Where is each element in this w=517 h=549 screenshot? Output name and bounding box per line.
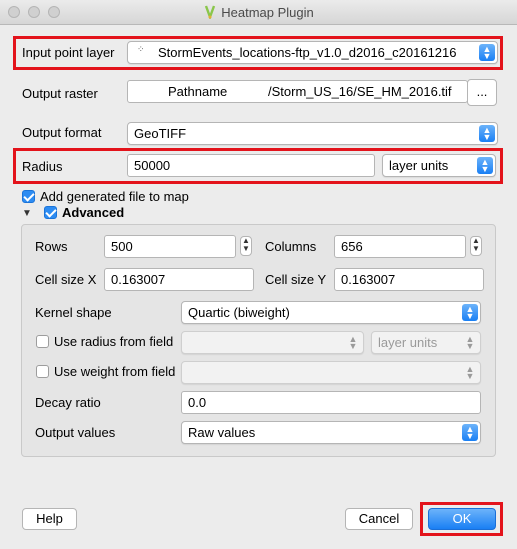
decay-ratio-input[interactable]: 0.0 bbox=[181, 391, 481, 414]
add-to-map-checkbox[interactable] bbox=[22, 190, 35, 203]
columns-label: Columns bbox=[265, 239, 317, 254]
radius-units-value: layer units bbox=[389, 158, 449, 173]
radius-field-units-select[interactable]: layer units ▲ ▼ bbox=[371, 331, 481, 354]
decay-ratio-label: Decay ratio bbox=[35, 395, 101, 410]
cell-size-x-value: 0.163007 bbox=[111, 272, 166, 287]
help-button[interactable]: Help bbox=[22, 508, 77, 530]
window-title-text: Heatmap Plugin bbox=[221, 5, 314, 20]
input-layer-select[interactable]: ⁘ StormEvents_locations-ftp_v1.0_d2016_c… bbox=[127, 41, 498, 64]
chevron-updown-icon: ▲ ▼ bbox=[465, 363, 475, 381]
output-raster-input[interactable]: Pathname /Storm_US_16/SE_HM_2016.tif bbox=[127, 80, 468, 103]
output-values-label: Output values bbox=[35, 425, 116, 440]
disclosure-triangle-icon[interactable]: ▼ bbox=[22, 208, 32, 219]
browse-button[interactable]: ... bbox=[467, 79, 497, 106]
cell-size-y-input[interactable]: 0.163007 bbox=[334, 268, 484, 291]
chevron-updown-icon: ▲ ▼ bbox=[479, 125, 495, 142]
input-layer-label: Input point layer bbox=[22, 45, 115, 60]
point-layer-icon: ⁘ bbox=[137, 44, 145, 54]
columns-stepper[interactable]: ▲ ▼ bbox=[470, 236, 482, 256]
use-radius-field-checkbox[interactable] bbox=[36, 335, 49, 348]
output-values-select[interactable]: Raw values ▲ ▼ bbox=[181, 421, 481, 444]
use-radius-field-label: Use radius from field bbox=[54, 334, 174, 349]
output-raster-prefix: Pathname bbox=[168, 84, 228, 99]
output-values-value: Raw values bbox=[188, 425, 256, 440]
radius-value: 50000 bbox=[134, 158, 171, 173]
decay-ratio-value: 0.0 bbox=[188, 395, 207, 410]
advanced-checkbox[interactable] bbox=[44, 206, 57, 219]
output-format-value: GeoTIFF bbox=[134, 126, 187, 141]
cell-size-y-value: 0.163007 bbox=[341, 272, 396, 287]
input-layer-value: StormEvents_locations-ftp_v1.0_d2016_c20… bbox=[158, 45, 457, 60]
output-format-select[interactable]: GeoTIFF ▲ ▼ bbox=[127, 122, 498, 145]
window-title: Heatmap Plugin bbox=[0, 5, 517, 20]
use-weight-field-checkbox[interactable] bbox=[36, 365, 49, 378]
cell-size-y-label: Cell size Y bbox=[265, 272, 327, 287]
rows-label: Rows bbox=[35, 239, 68, 254]
output-raster-label: Output raster bbox=[22, 86, 98, 101]
output-raster-suffix: /Storm_US_16/SE_HM_2016.tif bbox=[268, 84, 452, 99]
ok-button[interactable]: OK bbox=[428, 508, 496, 530]
chevron-updown-icon: ▲ ▼ bbox=[462, 424, 478, 441]
use-weight-field-label: Use weight from field bbox=[54, 364, 176, 379]
chevron-updown-icon: ▲ ▼ bbox=[462, 304, 478, 321]
radius-input[interactable]: 50000 bbox=[127, 154, 375, 177]
output-format-label: Output format bbox=[22, 125, 102, 140]
heatmap-plugin-icon bbox=[205, 5, 216, 19]
kernel-shape-label: Kernel shape bbox=[35, 305, 112, 320]
chevron-updown-icon: ▲ ▼ bbox=[465, 333, 475, 351]
advanced-label: Advanced bbox=[62, 205, 125, 220]
chevron-updown-icon: ▲ ▼ bbox=[479, 44, 495, 61]
columns-input[interactable]: 656 bbox=[334, 235, 466, 258]
kernel-shape-select[interactable]: Quartic (biweight) ▲ ▼ bbox=[181, 301, 481, 324]
rows-stepper[interactable]: ▲ ▼ bbox=[240, 236, 252, 256]
radius-field-select[interactable]: ▲ ▼ bbox=[181, 331, 364, 354]
rows-input[interactable]: 500 bbox=[104, 235, 236, 258]
radius-label: Radius bbox=[22, 159, 63, 174]
chevron-updown-icon: ▲ ▼ bbox=[477, 157, 493, 174]
cell-size-x-label: Cell size X bbox=[35, 272, 97, 287]
cancel-button[interactable]: Cancel bbox=[345, 508, 413, 530]
cell-size-x-input[interactable]: 0.163007 bbox=[104, 268, 254, 291]
chevron-updown-icon: ▲ ▼ bbox=[348, 333, 358, 351]
radius-units-select[interactable]: layer units ▲ ▼ bbox=[382, 154, 496, 177]
add-to-map-label: Add generated file to map bbox=[40, 189, 189, 204]
kernel-shape-value: Quartic (biweight) bbox=[188, 305, 290, 320]
radius-field-units-value: layer units bbox=[378, 335, 438, 350]
columns-value: 656 bbox=[341, 239, 363, 254]
weight-field-select[interactable]: ▲ ▼ bbox=[181, 361, 481, 384]
rows-value: 500 bbox=[111, 239, 133, 254]
